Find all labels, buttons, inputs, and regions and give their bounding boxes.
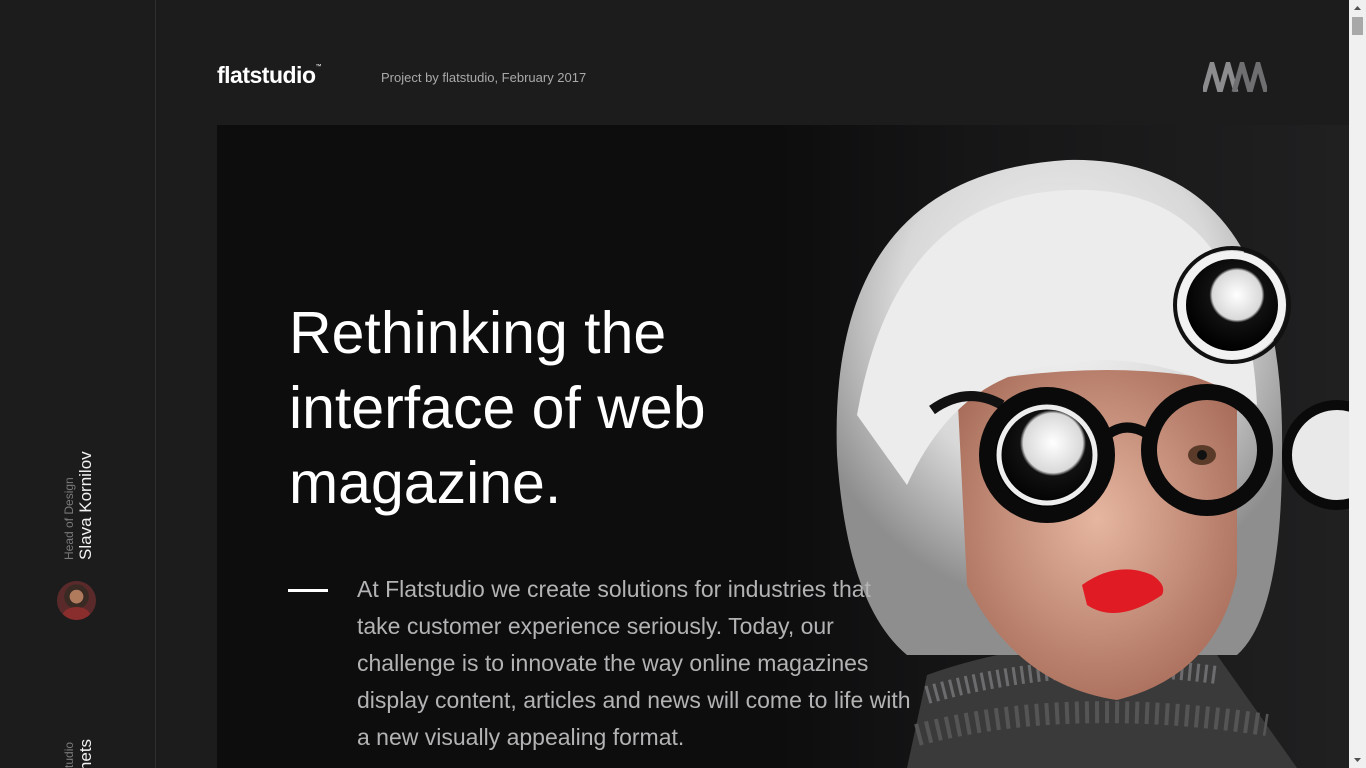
logo-text: flatstudio <box>217 62 316 88</box>
credit-role: Head of Design <box>62 477 76 560</box>
intro-dash <box>288 589 328 592</box>
sidebar: Head of Design Slava Kornilov flatstudio… <box>0 0 156 768</box>
credit-role: flatstudio <box>62 741 76 768</box>
project-byline: Project by flatstudio, February 2017 <box>381 70 587 85</box>
scroll-up-arrow-icon[interactable] <box>1349 0 1366 17</box>
avatar[interactable] <box>57 581 96 620</box>
credit-second[interactable]: flatstudio nonets <box>62 739 96 768</box>
hero-headline: Rethinking the interface of web magazine… <box>289 300 706 516</box>
hero-intro: At Flatstudio we create solutions for in… <box>357 576 911 750</box>
credit-slava-kornilov[interactable]: Head of Design Slava Kornilov <box>62 451 96 560</box>
trademark: ™ <box>315 64 322 70</box>
mm-logo-icon[interactable] <box>1203 62 1267 92</box>
credit-name: Slava Kornilov <box>76 451 95 560</box>
scrollbar[interactable] <box>1349 0 1366 768</box>
credit-name: nonets <box>76 738 95 768</box>
scrollbar-thumb[interactable] <box>1352 17 1363 35</box>
scroll-down-arrow-icon[interactable] <box>1349 751 1366 768</box>
flatstudio-logo[interactable]: flatstudio™ <box>217 62 321 89</box>
